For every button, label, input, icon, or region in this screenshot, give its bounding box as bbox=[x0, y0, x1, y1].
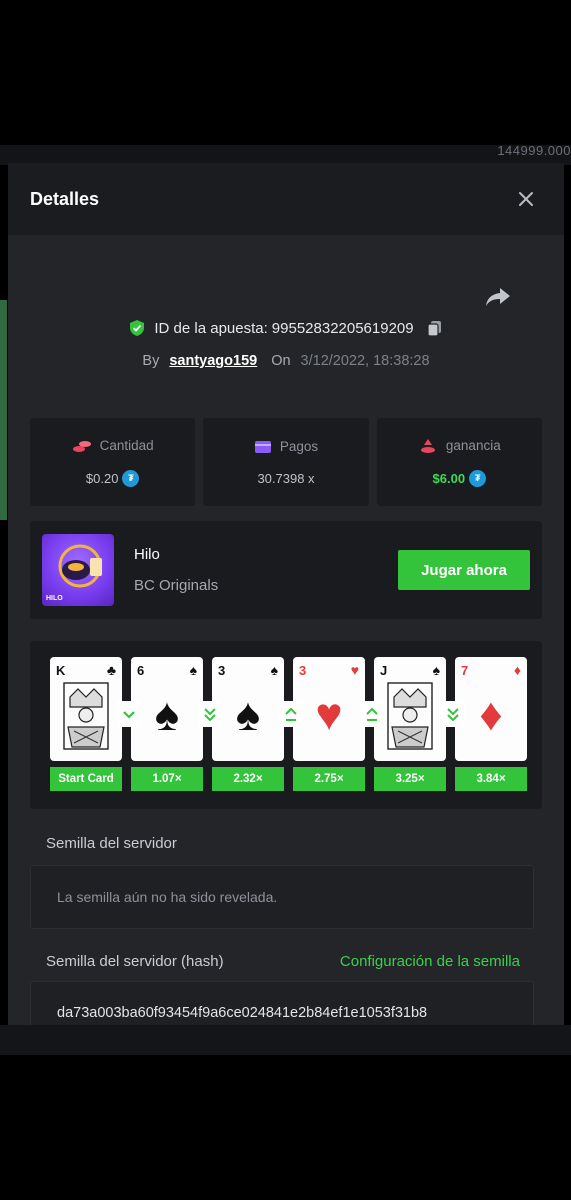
wallet-icon bbox=[254, 440, 271, 453]
playing-card: 7 ♦ ♦ bbox=[455, 657, 527, 761]
game-provider: BC Originals bbox=[134, 577, 219, 594]
card-suit-icon: ♥ bbox=[350, 662, 359, 678]
modal-header: Detalles bbox=[8, 163, 564, 235]
shield-check-icon bbox=[130, 320, 145, 336]
stats-row: Cantidad $0.20 ₮ Pagos 30.7398 x gananci… bbox=[30, 418, 542, 506]
on-label: On bbox=[271, 353, 291, 369]
card-multiplier: 3.84× bbox=[455, 767, 527, 791]
play-now-button[interactable]: Jugar ahora bbox=[398, 550, 530, 590]
server-seed-hash-box: da73a003ba60f93454f9a6ce024841e2b84ef1e1… bbox=[30, 981, 534, 1025]
playing-card: J ♠ bbox=[374, 657, 446, 761]
close-button[interactable] bbox=[514, 187, 538, 211]
card-multiplier: 1.07× bbox=[131, 767, 203, 791]
card-multiplier: 2.32× bbox=[212, 767, 284, 791]
stat-profit-label: ganancia bbox=[445, 438, 501, 453]
game-card: HILO Hilo BC Originals Jugar ahora bbox=[30, 521, 542, 619]
card-suit-icon: ♦ bbox=[513, 662, 521, 678]
coin-icon: ₮ bbox=[469, 469, 487, 487]
server-seed-value: La semilla aún no ha sido revelada. bbox=[57, 889, 278, 905]
cards-history: K ♣ Start Card 6 ♠ ♠ 1.07× 3 ♠ ♠ 2.32× 3 ♥ ♥ 2.75× J ♠ 3.… bbox=[30, 641, 542, 809]
stat-profit: ganancia $6.00 ₮ bbox=[376, 418, 542, 506]
card-suit-icon: ♠ bbox=[270, 662, 278, 678]
guess-arrow-up-double-icon bbox=[279, 701, 303, 727]
game-name: Hilo bbox=[134, 546, 160, 563]
card-column: 7 ♦ ♦ 3.84× bbox=[455, 657, 527, 791]
username-link[interactable]: santyago159 bbox=[169, 353, 257, 369]
stat-profit-value: $6.00 bbox=[432, 470, 466, 486]
bet-details-modal: Detalles ID de la apuesta: 9955283220561… bbox=[8, 163, 564, 1025]
thumbnail-label: HILO bbox=[46, 595, 63, 602]
game-thumbnail[interactable]: HILO bbox=[42, 534, 114, 606]
card-suit-large-icon: ♥ bbox=[315, 688, 343, 740]
card-suit-large-icon: ♦ bbox=[479, 688, 503, 740]
card-column: 6 ♠ ♠ 1.07× bbox=[131, 657, 203, 791]
playing-card: 3 ♥ ♥ bbox=[293, 657, 365, 761]
by-label: By bbox=[142, 353, 160, 369]
guess-arrow-up-double-icon bbox=[360, 701, 384, 727]
playing-card: 6 ♠ ♠ bbox=[131, 657, 203, 761]
background-accent bbox=[0, 300, 7, 520]
bet-date: 3/12/2022, 18:38:28 bbox=[300, 353, 430, 369]
coins-icon bbox=[72, 440, 91, 452]
card-column: 3 ♥ ♥ 2.75× bbox=[293, 657, 365, 791]
guess-arrow-down-double-icon bbox=[198, 701, 222, 727]
stat-payout-value: 30.7398 x bbox=[257, 470, 315, 486]
card-rank: 7 bbox=[461, 663, 469, 678]
card-multiplier: 3.25× bbox=[374, 767, 446, 791]
share-icon[interactable] bbox=[484, 285, 512, 309]
playing-card: K ♣ bbox=[50, 657, 122, 761]
card-suit-icon: ♠ bbox=[189, 662, 197, 678]
stat-amount: Cantidad $0.20 ₮ bbox=[30, 418, 196, 506]
background-balance: 144999.000 bbox=[497, 143, 571, 158]
guess-arrow-down-icon bbox=[117, 701, 141, 727]
modal-title: Detalles bbox=[30, 188, 100, 209]
seed-config-link[interactable]: Configuración de la semilla bbox=[340, 953, 520, 970]
coin-icon: ₮ bbox=[122, 469, 140, 487]
card-column: 3 ♠ ♠ 2.32× bbox=[212, 657, 284, 791]
bet-id-row: ID de la apuesta: 99552832205619209 bbox=[8, 319, 564, 337]
server-seed-box: La semilla aún no ha sido revelada. bbox=[30, 865, 534, 929]
close-icon bbox=[519, 192, 533, 206]
bet-id-value: 99552832205619209 bbox=[271, 319, 414, 337]
server-seed-hash-label: Semilla del servidor (hash) bbox=[46, 953, 224, 970]
card-multiplier: 2.75× bbox=[293, 767, 365, 791]
card-rank: 3 bbox=[299, 663, 307, 678]
stat-payout-label: Pagos bbox=[279, 439, 319, 454]
background-bottombar bbox=[0, 1025, 571, 1055]
card-rank: 6 bbox=[137, 663, 145, 678]
card-suit-large-icon: ♠ bbox=[235, 688, 261, 740]
card-column: K ♣ Start Card bbox=[50, 657, 122, 791]
bet-id-label: ID de la apuesta: bbox=[154, 319, 268, 337]
playing-card: 3 ♠ ♠ bbox=[212, 657, 284, 761]
by-row: By santyago159 On 3/12/2022, 18:38:28 bbox=[8, 353, 564, 369]
stat-amount-value: $0.20 bbox=[85, 470, 119, 486]
copy-icon[interactable] bbox=[426, 319, 444, 337]
card-rank: 3 bbox=[218, 663, 226, 678]
server-seed-label: Semilla del servidor bbox=[46, 835, 177, 852]
background-topbar bbox=[0, 145, 571, 165]
card-suit-large-icon: ♠ bbox=[154, 688, 180, 740]
stat-payout: Pagos 30.7398 x bbox=[203, 418, 369, 506]
card-column: J ♠ 3.25× bbox=[374, 657, 446, 791]
guess-arrow-down-double-icon bbox=[441, 701, 465, 727]
stat-amount-label: Cantidad bbox=[99, 438, 154, 453]
card-multiplier: Start Card bbox=[50, 767, 122, 791]
coins-profit-icon bbox=[420, 438, 435, 453]
server-seed-hash-value[interactable]: da73a003ba60f93454f9a6ce024841e2b84ef1e1… bbox=[31, 1005, 427, 1021]
